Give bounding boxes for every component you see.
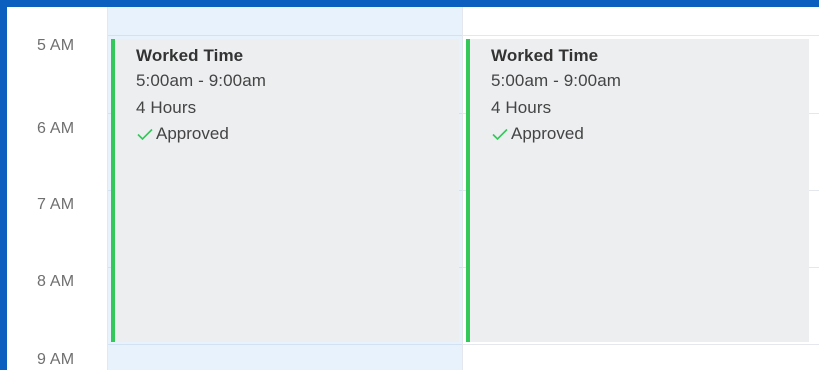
- event-time-range: 5:00am - 9:00am: [136, 71, 267, 90]
- hour-line: [108, 344, 462, 345]
- event-worked-time-2[interactable]: Worked Time 5:00am - 9:00am 4 Hours Appr…: [466, 39, 809, 342]
- day-column-2[interactable]: Worked Time 5:00am - 9:00am 4 Hours Appr…: [462, 7, 819, 370]
- event-title: Worked Time: [491, 46, 599, 65]
- time-label-7am: 7 AM: [37, 196, 75, 213]
- check-icon: [492, 128, 508, 141]
- hour-line: [108, 35, 462, 36]
- time-gutter: 5 AM 6 AM 7 AM 8 AM 9 AM: [7, 7, 107, 370]
- time-label-9am: 9 AM: [37, 351, 75, 368]
- event-status: Approved: [491, 123, 809, 145]
- event-status-label: Approved: [511, 124, 584, 143]
- time-label-8am: 8 AM: [37, 273, 75, 290]
- calendar-week-view: 5 AM 6 AM 7 AM 8 AM 9 AM Worked Time 5:0…: [0, 0, 819, 370]
- hour-line: [463, 344, 819, 345]
- hour-line: [463, 35, 819, 36]
- event-duration: 4 Hours: [136, 98, 197, 117]
- event-status-label: Approved: [156, 124, 229, 143]
- event-status: Approved: [136, 123, 459, 145]
- time-label-6am: 6 AM: [37, 120, 75, 137]
- check-icon: [137, 128, 153, 141]
- event-title: Worked Time: [136, 46, 244, 65]
- time-label-5am: 5 AM: [37, 37, 75, 54]
- event-time-range: 5:00am - 9:00am: [491, 71, 622, 90]
- event-duration: 4 Hours: [491, 98, 552, 117]
- event-worked-time-1[interactable]: Worked Time 5:00am - 9:00am 4 Hours Appr…: [111, 39, 459, 342]
- day-column-1[interactable]: Worked Time 5:00am - 9:00am 4 Hours Appr…: [107, 7, 462, 370]
